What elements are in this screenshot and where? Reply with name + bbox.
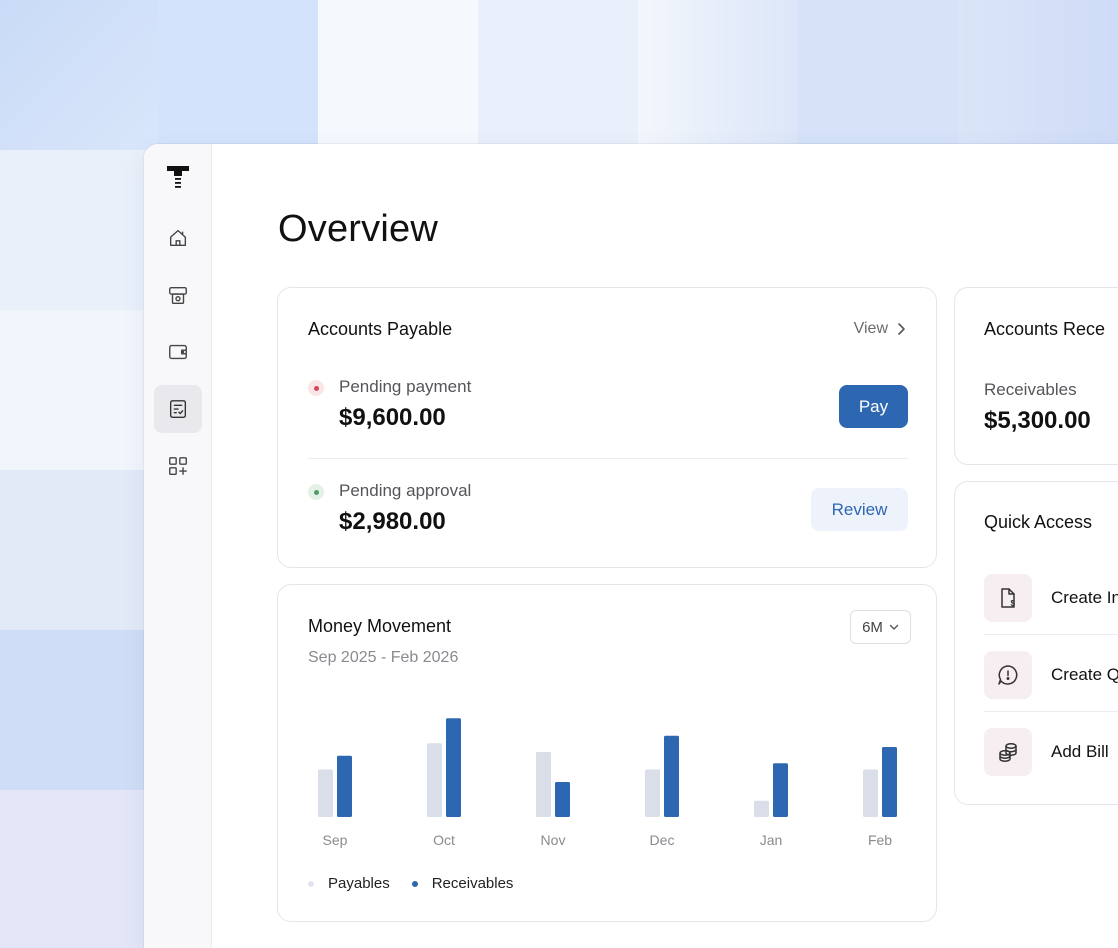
bar-receivables-dec [664,735,679,817]
x-tick-label: Oct [433,832,455,848]
vault-icon [168,286,187,304]
apps-add-icon [168,457,187,475]
card-title: Accounts Payable [308,319,453,339]
sidebar [144,144,212,948]
bar-payables-feb [863,769,878,817]
bar-payables-dec [645,769,660,817]
bar-payables-sep [318,769,333,817]
money-movement-card: Money Movement Sep 2025 - Feb 2026 6M Se… [277,584,937,922]
divider [984,711,1118,712]
receivables-amount: $5,300.00 [984,407,1091,434]
bills-icon [169,400,186,418]
bar-payables-oct [427,743,442,817]
legend-label: Receivables [431,875,514,892]
quick-access-label: Create Q [1051,665,1118,684]
quick-access-card: Quick Access $ Create In Create Q Add Bi… [954,481,1118,805]
wallet-icon [168,344,187,360]
bar-payables-jan [754,800,769,817]
pending-payment-row: Pending payment $9,600.00 Pay [308,376,908,446]
legend-label: Payables [328,875,390,892]
icon-tile: $ [984,574,1032,622]
bar-receivables-oct [446,718,461,817]
legend-item-receivables: Receivables [411,875,514,892]
quick-access-add-bill[interactable]: Add Bill [984,720,1118,784]
bar-receivables-nov [555,782,570,817]
view-link[interactable]: View [854,320,906,338]
page-title: Overview [278,208,438,250]
receivables-label: Receivables [984,380,1077,399]
x-tick-label: Feb [868,832,892,848]
row-label: Pending approval [339,481,472,500]
card-title: Accounts Rece [984,319,1106,339]
pay-button[interactable]: Pay [839,385,908,428]
row-amount: $2,980.00 [339,508,446,535]
svg-text:$: $ [1011,599,1016,608]
icon-tile [984,728,1032,776]
bar-receivables-jan [773,763,788,817]
accounts-receivable-card: Accounts Rece Receivables $5,300.00 [954,287,1118,465]
invoice-dollar-icon: $ [1001,588,1016,608]
sidebar-item-vault[interactable] [154,271,202,319]
bar-receivables-feb [882,747,897,817]
quick-access-create-invoice[interactable]: $ Create In [984,566,1118,630]
quick-access-label: Create In [1051,588,1118,607]
main-content: Overview Accounts Payable View Pending p… [212,144,1118,948]
legend-swatch [308,880,314,887]
logo-icon [166,166,189,188]
sidebar-item-wallet[interactable] [154,328,202,376]
pending-approval-row: Pending approval $2,980.00 Review [308,480,908,550]
card-title: Quick Access [984,512,1093,532]
coins-icon [999,743,1017,762]
x-tick-label: Nov [541,832,566,848]
chart-legend: Payables Receivables [308,875,535,892]
x-tick-label: Sep [323,832,348,848]
legend-item-payables: Payables [308,875,390,892]
sidebar-item-home[interactable] [154,214,202,262]
bar-receivables-sep [337,755,352,817]
status-dot-red [308,380,324,396]
row-amount: $9,600.00 [339,404,446,431]
row-label: Pending payment [339,377,472,396]
app-window: Overview Accounts Payable View Pending p… [144,144,1118,948]
sidebar-item-bills[interactable] [153,385,202,433]
quote-bubble-icon [998,665,1018,685]
x-tick-label: Jan [760,832,783,848]
quick-access-label: Add Bill [1051,742,1109,761]
review-button[interactable]: Review [811,488,908,531]
money-movement-chart: Sep Oct Nov Dec Jan Feb [318,718,897,848]
quick-access-create-quote[interactable]: Create Q [984,643,1118,707]
home-icon [169,229,186,247]
chevron-right-icon [898,323,905,335]
sidebar-item-apps[interactable] [154,442,202,490]
icon-tile [984,651,1032,699]
divider [308,458,908,459]
divider [984,634,1118,635]
x-tick-label: Dec [650,832,675,848]
view-label: View [853,320,888,337]
bar-payables-nov [536,752,551,817]
status-dot-green [308,484,324,500]
legend-swatch [411,880,418,887]
accounts-payable-card: Accounts Payable View Pending payment $9… [277,287,937,568]
